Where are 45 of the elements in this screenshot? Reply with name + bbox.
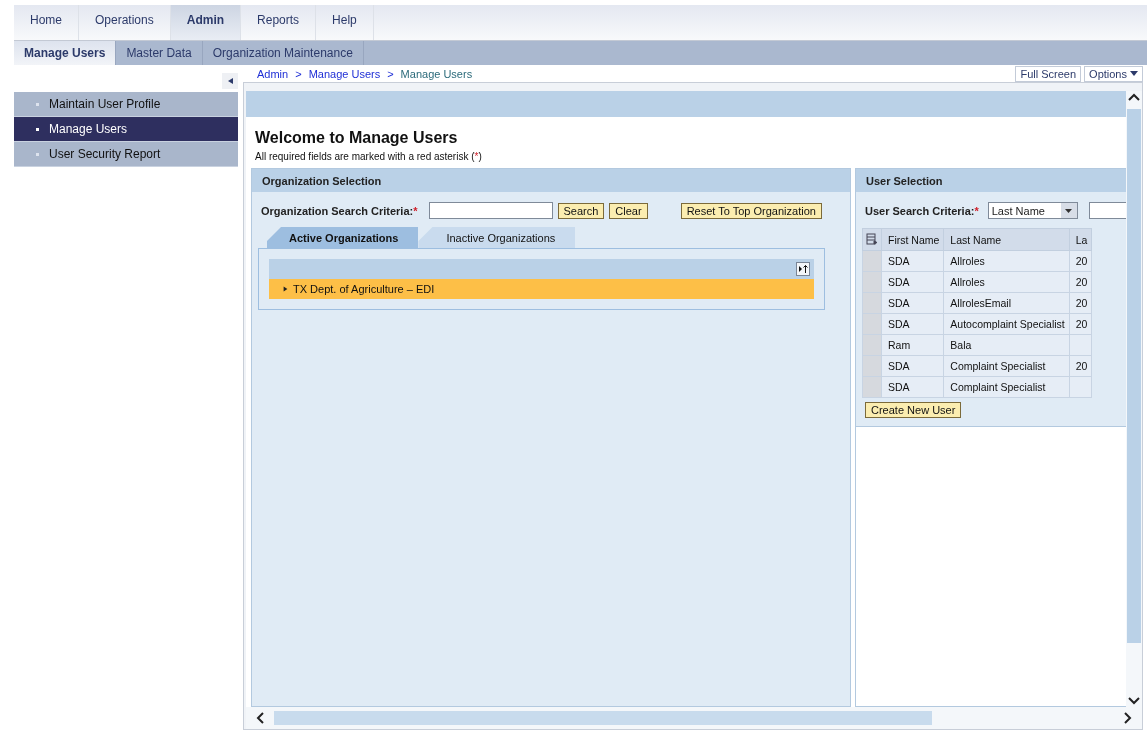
options-menu-button[interactable]: Options — [1084, 65, 1143, 82]
expand-arrow-icon[interactable] — [283, 285, 288, 293]
horizontal-scrollbar[interactable] — [246, 707, 1142, 729]
menu-tab[interactable]: Admin — [170, 5, 242, 40]
breadcrumb-separator: > — [295, 67, 302, 80]
menu-tab[interactable]: Help — [316, 5, 374, 40]
breadcrumb-current: Manage Users — [400, 67, 473, 80]
sub-tab[interactable]: Manage Users — [14, 41, 117, 65]
search-label: User Search Criteria:* — [865, 204, 979, 217]
breadcrumb-link[interactable]: Admin — [257, 67, 289, 80]
menu-tab[interactable]: Operations — [79, 5, 171, 40]
vertical-scrollbar[interactable] — [1126, 91, 1142, 707]
collapse-arrow-icon — [227, 78, 233, 84]
reset-button[interactable]: Reset To Top Organization — [680, 202, 822, 219]
column-header[interactable]: La — [1069, 228, 1092, 251]
required-note: All required fields are marked with a red asterisk (*) — [255, 151, 483, 162]
sub-tab[interactable]: Master Data — [116, 41, 203, 65]
sidebar-item[interactable]: Maintain User Profile — [14, 92, 238, 117]
page-title: Welcome to Manage Users — [255, 129, 459, 147]
menu-tab[interactable]: Reports — [241, 5, 317, 40]
search-field-select[interactable]: Last Name — [987, 202, 1078, 219]
panel-title: Organization Selection — [252, 169, 850, 192]
breadcrumb-link[interactable]: Manage Users — [308, 67, 381, 80]
sub-tab[interactable]: Organization Maintenance — [202, 41, 364, 65]
full-screen-button[interactable]: Full Screen — [1015, 65, 1082, 82]
sidebar-item[interactable]: Manage Users — [14, 117, 238, 142]
dropdown-caret-icon — [1065, 208, 1073, 213]
search-label: Organization Search Criteria:* — [261, 204, 418, 217]
breadcrumb-separator: > — [387, 67, 394, 80]
expand-all-icon[interactable] — [796, 262, 810, 276]
organization-tab[interactable]: Active Organizations — [267, 227, 419, 248]
column-header[interactable]: Last Name — [943, 228, 1070, 251]
sidebar-item[interactable]: User Security Report — [14, 142, 238, 167]
collapse-button[interactable] — [222, 73, 238, 89]
create-user-button[interactable]: Create New User — [865, 402, 962, 418]
menu-tab[interactable]: Home — [14, 5, 79, 40]
tree-item[interactable]: TX Dept. of Agriculture – EDI — [269, 279, 814, 299]
panel-title: User Selection — [856, 169, 1126, 192]
search-button[interactable]: Clear — [609, 202, 648, 219]
organization-tab[interactable]: Inactive Organizations — [418, 227, 576, 248]
column-header[interactable]: First Name — [881, 228, 944, 251]
search-button[interactable]: Search — [557, 202, 605, 219]
caret-icon — [1130, 71, 1138, 76]
organization-search-field[interactable] — [428, 202, 553, 219]
table-settings-icon[interactable] — [866, 232, 878, 245]
